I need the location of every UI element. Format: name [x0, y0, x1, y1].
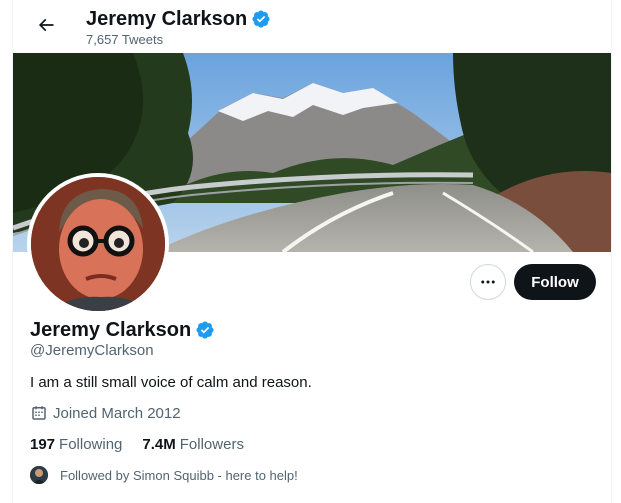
- followed-by-link[interactable]: Followed by Simon Squibb - here to help!: [30, 466, 298, 484]
- back-button[interactable]: [29, 8, 63, 42]
- profile-column: Jeremy Clarkson 7,657 Tweets Follow Jere…: [12, 0, 612, 503]
- calendar-icon: [32, 406, 46, 420]
- followers-link[interactable]: 7.4M Followers: [142, 436, 244, 453]
- following-label: Following: [59, 436, 123, 453]
- follower-avatar: [30, 466, 48, 484]
- verified-badge-icon: [196, 321, 214, 339]
- tweet-count: 7,657 Tweets: [86, 32, 164, 47]
- profile-name-row: Jeremy Clarkson: [30, 318, 215, 342]
- joined-text: Joined March 2012: [53, 404, 181, 422]
- follow-stats: 197 Following 7.4M Followers: [30, 436, 244, 453]
- following-count: 197: [30, 436, 56, 453]
- following-link[interactable]: 197 Following: [30, 436, 122, 453]
- verified-badge-icon: [252, 10, 270, 28]
- arrow-left-icon: [38, 18, 54, 32]
- profile-bio: I am a still small voice of calm and rea…: [30, 374, 312, 391]
- profile-handle: @JeremyClarkson: [30, 342, 154, 359]
- more-horizontal-icon: [481, 280, 495, 284]
- follow-button[interactable]: Follow: [514, 264, 596, 300]
- more-options-button[interactable]: [470, 264, 506, 300]
- followed-by-text: Followed by Simon Squibb - here to help!: [60, 467, 298, 483]
- joined-date: Joined March 2012: [30, 404, 181, 422]
- header-name: Jeremy Clarkson: [86, 8, 248, 30]
- followers-label: Followers: [179, 436, 244, 453]
- header-title: Jeremy Clarkson: [86, 7, 271, 31]
- profile-name: Jeremy Clarkson: [30, 319, 192, 341]
- profile-header-bar: Jeremy Clarkson 7,657 Tweets: [13, 0, 611, 52]
- followers-count: 7.4M: [142, 436, 176, 453]
- profile-avatar[interactable]: [27, 173, 169, 315]
